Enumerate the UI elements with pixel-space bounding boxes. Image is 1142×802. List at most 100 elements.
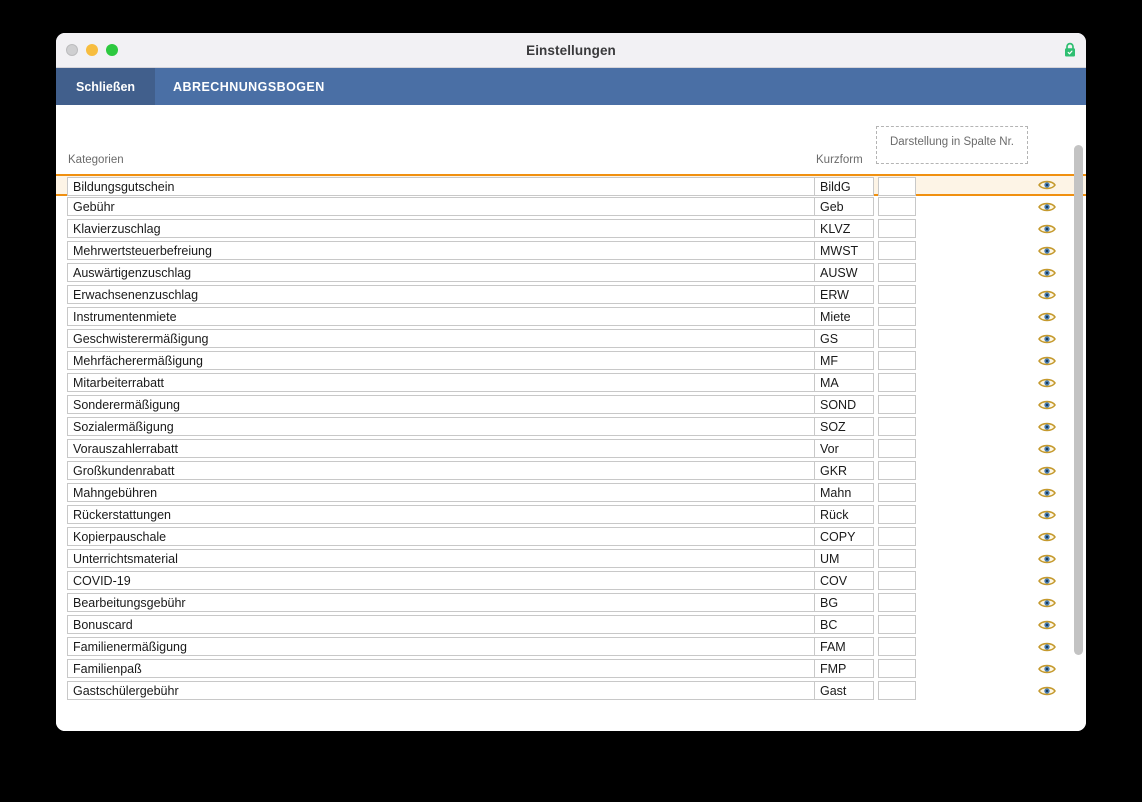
eye-icon[interactable] <box>1037 684 1057 698</box>
kurzform-input[interactable]: COV <box>814 571 874 590</box>
close-window-button[interactable] <box>66 44 78 56</box>
kurzform-input[interactable]: GS <box>814 329 874 348</box>
kategorie-input[interactable]: Mitarbeiterrabatt <box>67 373 817 392</box>
kurzform-input[interactable]: Rück <box>814 505 874 524</box>
kategorie-input[interactable]: Bonuscard <box>67 615 817 634</box>
table-row[interactable]: Erwachsenenzuschlag ERW <box>56 284 1086 306</box>
spalte-nr-input[interactable] <box>878 351 916 370</box>
table-row[interactable]: Klavierzuschlag KLVZ <box>56 218 1086 240</box>
eye-icon[interactable] <box>1037 662 1057 676</box>
kategorie-input[interactable]: Mahngebühren <box>67 483 817 502</box>
kurzform-input[interactable]: FAM <box>814 637 874 656</box>
kategorie-input[interactable]: Bildungsgutschein <box>67 177 817 196</box>
spalte-nr-input[interactable] <box>878 329 916 348</box>
table-row[interactable]: Mitarbeiterrabatt MA <box>56 372 1086 394</box>
spalte-nr-input[interactable] <box>878 505 916 524</box>
eye-icon[interactable] <box>1037 288 1057 302</box>
kategorie-input[interactable]: Mehrwertsteuerbefreiung <box>67 241 817 260</box>
table-row[interactable]: Gebühr Geb <box>56 196 1086 218</box>
kategorie-input[interactable]: COVID-19 <box>67 571 817 590</box>
kategorie-input[interactable]: Geschwisterermäßigung <box>67 329 817 348</box>
eye-icon[interactable] <box>1037 200 1057 214</box>
kategorie-input[interactable]: Familienermäßigung <box>67 637 817 656</box>
spalte-nr-input[interactable] <box>878 593 916 612</box>
spalte-nr-input[interactable] <box>878 373 916 392</box>
table-row[interactable]: Geschwisterermäßigung GS <box>56 328 1086 350</box>
eye-icon[interactable] <box>1037 266 1057 280</box>
kategorie-input[interactable]: Mehrfächerermäßigung <box>67 351 817 370</box>
kurzform-input[interactable]: MWST <box>814 241 874 260</box>
eye-icon[interactable] <box>1037 574 1057 588</box>
kategorie-input[interactable]: Vorauszahlerrabatt <box>67 439 817 458</box>
maximize-window-button[interactable] <box>106 44 118 56</box>
kurzform-input[interactable]: GKR <box>814 461 874 480</box>
kurzform-input[interactable]: Miete <box>814 307 874 326</box>
kategorie-input[interactable]: Rückerstattungen <box>67 505 817 524</box>
kurzform-input[interactable]: Geb <box>814 197 874 216</box>
kategorie-input[interactable]: Großkundenrabatt <box>67 461 817 480</box>
kategorie-input[interactable]: Sonderermäßigung <box>67 395 817 414</box>
eye-icon[interactable] <box>1037 552 1057 566</box>
spalte-nr-input[interactable] <box>878 285 916 304</box>
spalte-nr-input[interactable] <box>878 461 916 480</box>
table-row[interactable]: Sozialermäßigung SOZ <box>56 416 1086 438</box>
spalte-nr-input[interactable] <box>878 681 916 700</box>
spalte-nr-input[interactable] <box>878 177 916 196</box>
table-row[interactable]: Großkundenrabatt GKR <box>56 460 1086 482</box>
spalte-nr-input[interactable] <box>878 549 916 568</box>
spalte-nr-input[interactable] <box>878 307 916 326</box>
table-row[interactable]: COVID-19 COV <box>56 570 1086 592</box>
table-row[interactable]: Bearbeitungsgebühr BG <box>56 592 1086 614</box>
scrollbar-thumb[interactable] <box>1074 145 1083 655</box>
table-row[interactable]: Kopierpauschale COPY <box>56 526 1086 548</box>
eye-icon[interactable] <box>1037 376 1057 390</box>
eye-icon[interactable] <box>1037 486 1057 500</box>
table-row[interactable]: Instrumentenmiete Miete <box>56 306 1086 328</box>
table-row[interactable]: Rückerstattungen Rück <box>56 504 1086 526</box>
table-row[interactable]: Vorauszahlerrabatt Vor <box>56 438 1086 460</box>
kategorie-input[interactable]: Sozialermäßigung <box>67 417 817 436</box>
kurzform-input[interactable]: AUSW <box>814 263 874 282</box>
table-row[interactable]: Unterrichtsmaterial UM <box>56 548 1086 570</box>
spalte-nr-input[interactable] <box>878 417 916 436</box>
eye-icon[interactable] <box>1037 420 1057 434</box>
kurzform-input[interactable]: SOND <box>814 395 874 414</box>
kategorie-input[interactable]: Gebühr <box>67 197 817 216</box>
eye-icon[interactable] <box>1037 244 1057 258</box>
kategorie-input[interactable]: Kopierpauschale <box>67 527 817 546</box>
spalte-nr-input[interactable] <box>878 659 916 678</box>
kategorie-input[interactable]: Klavierzuschlag <box>67 219 817 238</box>
kurzform-input[interactable]: Mahn <box>814 483 874 502</box>
kurzform-input[interactable]: KLVZ <box>814 219 874 238</box>
tab-abrechnungsbogen[interactable]: ABRECHNUNGSBOGEN <box>155 68 343 105</box>
close-button[interactable]: Schließen <box>56 68 156 105</box>
kategorie-input[interactable]: Erwachsenenzuschlag <box>67 285 817 304</box>
eye-icon[interactable] <box>1037 508 1057 522</box>
spalte-nr-input[interactable] <box>878 197 916 216</box>
kurzform-input[interactable]: MA <box>814 373 874 392</box>
kurzform-input[interactable]: COPY <box>814 527 874 546</box>
kurzform-input[interactable]: ERW <box>814 285 874 304</box>
table-row[interactable]: Familienpaß FMP <box>56 658 1086 680</box>
table-row[interactable]: Mahngebühren Mahn <box>56 482 1086 504</box>
eye-icon[interactable] <box>1037 530 1057 544</box>
eye-icon[interactable] <box>1037 640 1057 654</box>
table-row[interactable]: Gastschülergebühr Gast <box>56 680 1086 702</box>
spalte-nr-input[interactable] <box>878 439 916 458</box>
kurzform-input[interactable]: MF <box>814 351 874 370</box>
eye-icon[interactable] <box>1037 310 1057 324</box>
kategorie-input[interactable]: Familienpaß <box>67 659 817 678</box>
spalte-nr-input[interactable] <box>878 571 916 590</box>
spalte-nr-input[interactable] <box>878 395 916 414</box>
eye-icon[interactable] <box>1037 464 1057 478</box>
kategorie-input[interactable]: Unterrichtsmaterial <box>67 549 817 568</box>
spalte-nr-input[interactable] <box>878 615 916 634</box>
table-row[interactable]: Bildungsgutschein BildG <box>56 174 1086 196</box>
kurzform-input[interactable]: SOZ <box>814 417 874 436</box>
kurzform-input[interactable]: BG <box>814 593 874 612</box>
eye-icon[interactable] <box>1037 222 1057 236</box>
spalte-nr-input[interactable] <box>878 263 916 282</box>
spalte-nr-input[interactable] <box>878 637 916 656</box>
spalte-nr-input[interactable] <box>878 527 916 546</box>
kurzform-input[interactable]: Gast <box>814 681 874 700</box>
